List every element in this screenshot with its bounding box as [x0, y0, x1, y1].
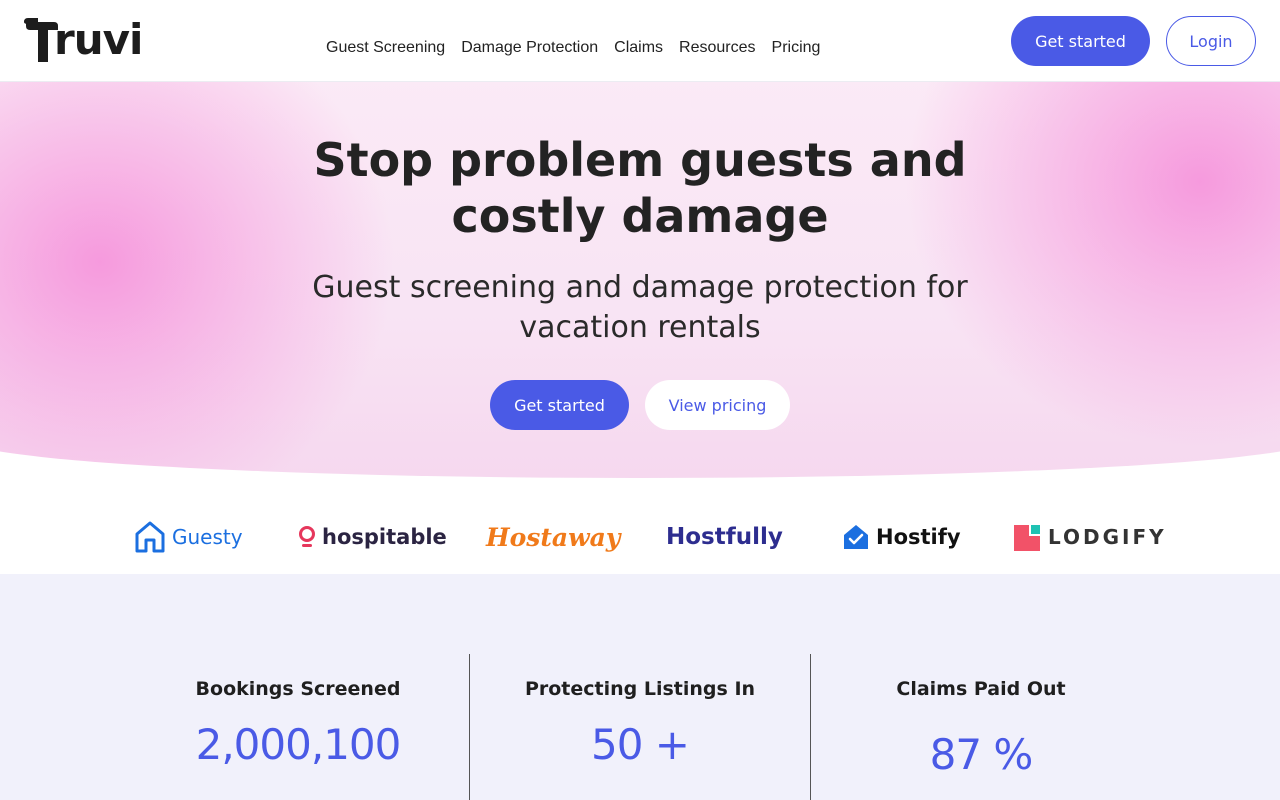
nav-item-guest-screening[interactable]: Guest Screening — [318, 38, 453, 58]
hero-subtitle: Guest screening and damage protection fo… — [0, 268, 1280, 348]
partner-name: Hostaway — [486, 522, 621, 552]
partner-guesty: Guesty — [134, 520, 243, 554]
brand-name: ruvi — [54, 15, 143, 64]
login-button[interactable]: Login — [1166, 16, 1256, 66]
view-pricing-button[interactable]: View pricing — [645, 380, 790, 430]
partner-name: hospitable — [322, 525, 447, 549]
hostify-check-icon — [844, 525, 868, 549]
truvi-logo-mark-icon — [24, 18, 58, 62]
nav-item-damage-protection[interactable]: Damage Protection — [453, 38, 606, 58]
hero-title-line-1: Stop problem guests and — [313, 133, 967, 187]
hero-title-line-2: costly damage — [451, 189, 829, 243]
partner-lodgify: LODGIFY — [1014, 520, 1167, 554]
truvi-logo[interactable]: ruvi — [24, 14, 143, 64]
partner-name: LODGIFY — [1048, 525, 1167, 549]
partner-name: Hostify — [876, 525, 961, 549]
stat-label: Bookings Screened — [195, 678, 401, 700]
hero-subtitle-line-1: Guest screening and damage protection fo… — [312, 270, 968, 305]
partner-name: Guesty — [172, 525, 243, 549]
stats-section: Bookings Screened 2,000,100 Protecting L… — [0, 574, 1280, 800]
main-nav: Guest Screening Damage Protection Claims… — [318, 38, 828, 58]
hospitable-pin-icon — [299, 526, 315, 547]
hero-title: Stop problem guests and costly damage — [0, 132, 1280, 244]
partner-hospitable: hospitable — [298, 520, 447, 554]
stat-label: Claims Paid Out — [896, 678, 1066, 700]
lodgify-square-icon — [1014, 525, 1040, 551]
stat-value: 50 + — [591, 720, 690, 769]
nav-item-resources[interactable]: Resources — [671, 38, 763, 58]
partner-logos: Guesty hospitable Hostaway Hostfully Hos… — [0, 478, 1280, 574]
stat-label: Protecting Listings In — [524, 678, 756, 700]
partner-hostfully: Hostfully — [666, 520, 783, 554]
hero-get-started-button[interactable]: Get started — [490, 380, 629, 430]
site-header: ruvi Guest Screening Damage Protection C… — [0, 0, 1280, 82]
partner-name: Hostfully — [666, 524, 783, 550]
hero-section: Stop problem guests and costly damage Gu… — [0, 82, 1280, 478]
header-get-started-button[interactable]: Get started — [1011, 16, 1150, 66]
guesty-house-icon — [135, 521, 165, 553]
nav-item-claims[interactable]: Claims — [606, 38, 671, 58]
partner-hostify: Hostify — [842, 520, 961, 554]
stat-value: 87 % — [929, 730, 1034, 779]
hero-subtitle-line-2: vacation rentals — [519, 310, 761, 345]
partner-hostaway: Hostaway — [486, 520, 620, 554]
nav-item-pricing[interactable]: Pricing — [764, 38, 829, 58]
stat-value: 2,000,100 — [195, 720, 402, 769]
